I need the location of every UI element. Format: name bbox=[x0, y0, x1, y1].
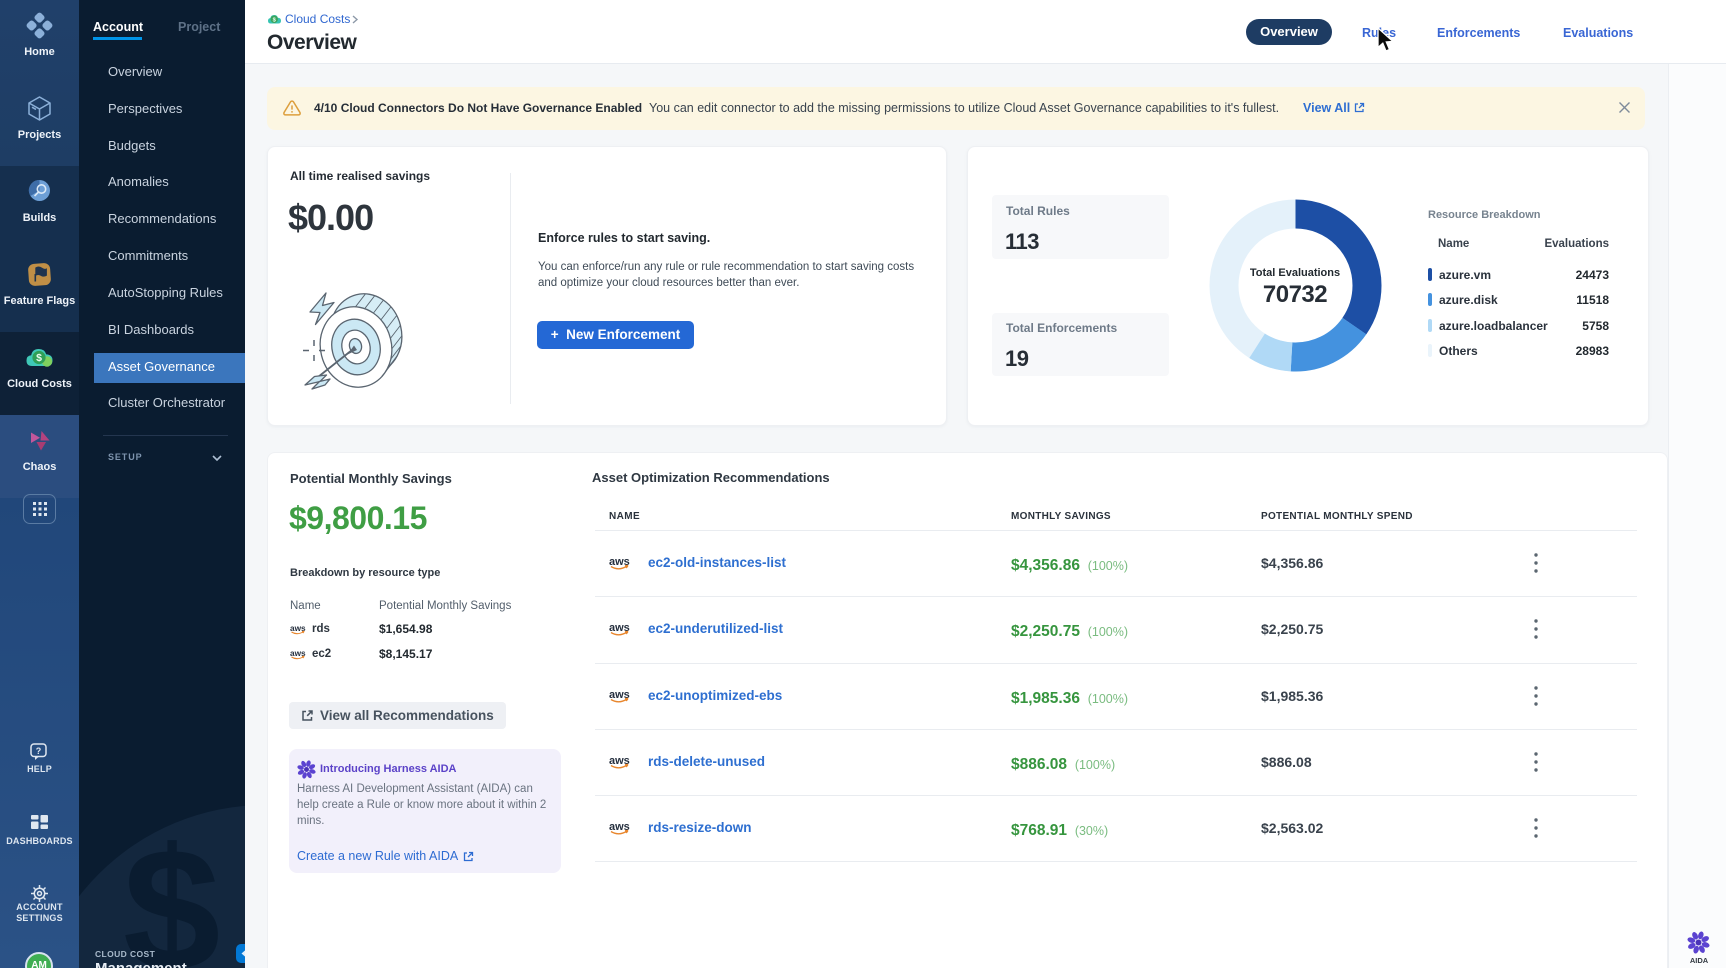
svg-text:?: ? bbox=[36, 746, 42, 756]
svg-text:$: $ bbox=[36, 352, 42, 364]
